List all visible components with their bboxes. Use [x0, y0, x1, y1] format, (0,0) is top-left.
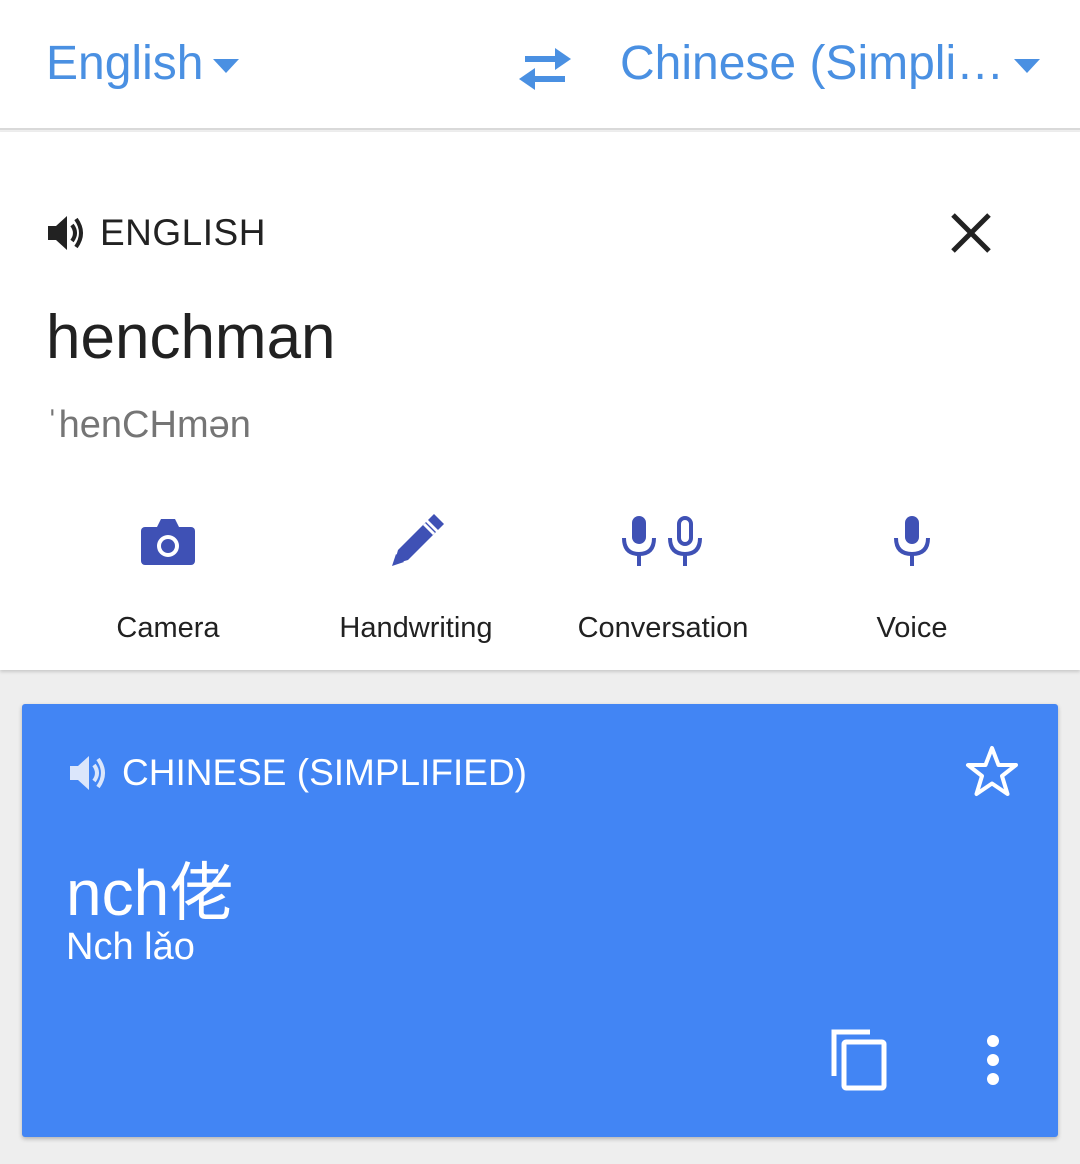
chevron-down-icon [213, 58, 240, 73]
swap-languages-icon[interactable] [515, 44, 575, 94]
target-language-selector[interactable]: Chinese (Simpli… [620, 36, 1041, 91]
source-language-heading: ENGLISH [100, 212, 266, 253]
target-language-heading: CHINESE (SIMPLIFIED) [122, 752, 527, 793]
input-text[interactable]: henchman [46, 302, 336, 373]
translation-text: nch佬 [66, 857, 234, 929]
target-language-label: Chinese (Simpli… [620, 37, 1005, 90]
input-card: ENGLISH henchman ˈhenCHmən Camera Handwr… [0, 132, 1080, 670]
camera-label: Camera [116, 612, 220, 644]
camera-button[interactable]: Camera [68, 512, 268, 645]
pen-icon [392, 514, 444, 566]
source-language-label: English [46, 37, 204, 90]
camera-icon [141, 519, 195, 565]
source-header: ENGLISH [46, 212, 266, 254]
handwriting-label: Handwriting [339, 612, 493, 644]
language-bar: English Chinese (Simpli… [0, 0, 1080, 130]
more-options-icon[interactable] [978, 1034, 1008, 1086]
source-language-selector[interactable]: English [46, 36, 240, 91]
chevron-down-icon [1014, 58, 1041, 73]
voice-label: Voice [876, 612, 948, 644]
target-header: CHINESE (SIMPLIFIED) [68, 752, 527, 794]
dual-mic-icon [622, 516, 702, 566]
translation-result-card: CHINESE (SIMPLIFIED) nch佬 Nch lǎo [22, 704, 1058, 1137]
voice-button[interactable]: Voice [812, 512, 1012, 645]
copy-icon[interactable] [828, 1026, 890, 1092]
speaker-icon[interactable] [46, 213, 88, 253]
star-icon[interactable] [962, 742, 1022, 802]
conversation-button[interactable]: Conversation [563, 512, 763, 645]
handwriting-button[interactable]: Handwriting [316, 512, 516, 645]
transliteration-text: Nch lǎo [66, 926, 195, 968]
mic-icon [894, 516, 930, 566]
phonetic-text: ˈhenCHmən [46, 404, 251, 446]
close-icon[interactable] [948, 210, 994, 256]
speaker-icon[interactable] [68, 753, 110, 793]
conversation-label: Conversation [577, 612, 749, 644]
